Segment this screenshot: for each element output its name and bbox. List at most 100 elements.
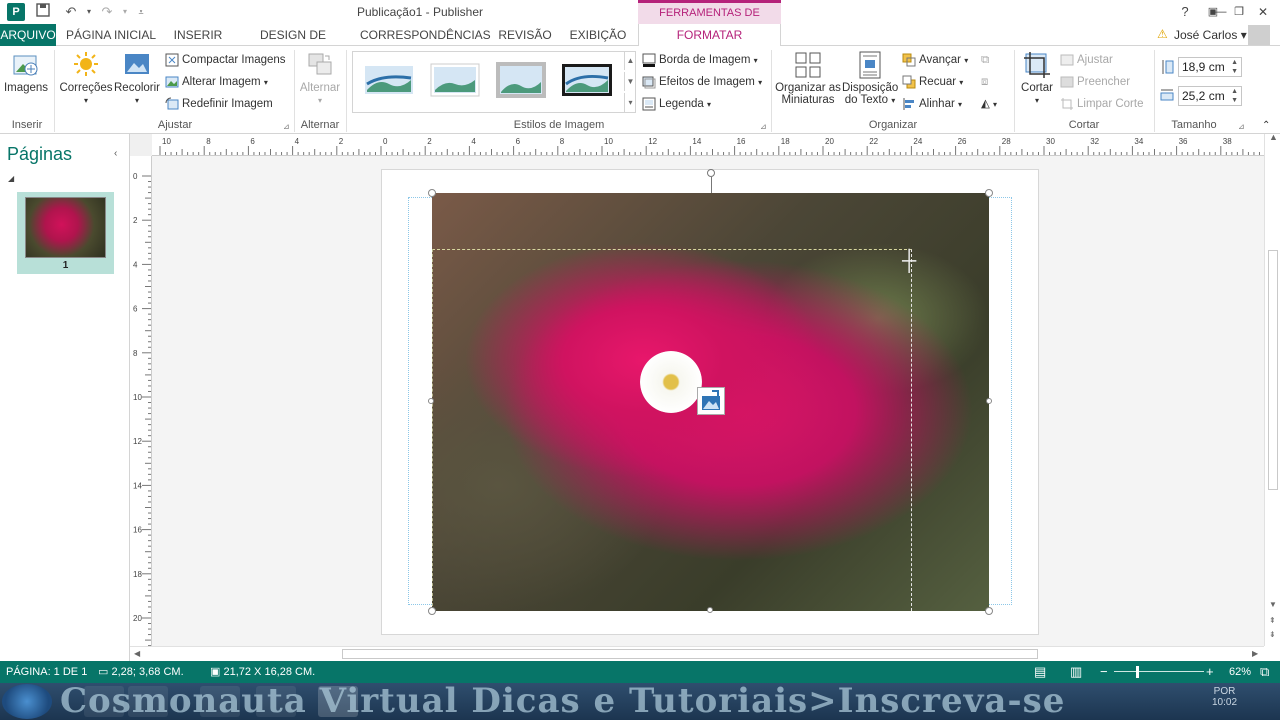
corrections-button[interactable]: Correções ▾	[58, 50, 114, 106]
resize-handle-left[interactable]	[428, 398, 434, 404]
resize-handle-right[interactable]	[986, 398, 992, 404]
picture-border-button[interactable]: Borda de Imagem ▾	[642, 50, 758, 70]
resize-handle-bottom[interactable]	[707, 607, 713, 613]
single-page-view-icon[interactable]: ▤	[1034, 661, 1046, 683]
avatar[interactable]	[1248, 25, 1270, 45]
zoom-slider-track[interactable]	[1114, 671, 1204, 672]
height-field[interactable]: 18,9 cm ▲ ▼	[1178, 57, 1242, 77]
group-label-arrange: Organizar	[868, 119, 918, 131]
zoom-out-icon[interactable]: −	[1100, 661, 1108, 683]
rotation-handle[interactable]	[707, 169, 715, 177]
zoom-in-icon[interactable]: +	[1206, 661, 1214, 683]
crop-fill-button[interactable]: Preencher	[1060, 72, 1130, 92]
horizontal-scroll-thumb[interactable]	[342, 649, 1038, 659]
scroll-right-arrow[interactable]: ▶	[1252, 649, 1258, 658]
tab-view[interactable]: EXIBIÇÃO	[564, 24, 632, 46]
vertical-ruler[interactable]: 0 2 4 6 8 10 12 14 16 18 20	[130, 156, 152, 646]
page-indicator[interactable]: PÁGINA: 1 DE 1	[6, 661, 87, 683]
resize-handle-top-right[interactable]	[985, 189, 993, 197]
compress-images-button[interactable]: Compactar Imagens	[165, 50, 286, 70]
scroll-left-arrow[interactable]: ◀	[134, 649, 140, 658]
resize-handle-bottom-right[interactable]	[985, 607, 993, 615]
start-button-icon[interactable]	[2, 684, 52, 719]
tab-insert[interactable]: INSERIR	[170, 24, 226, 46]
ruler-corner	[130, 134, 152, 156]
vertical-scrollbar[interactable]: ▲ ▼ ⇞ ⇟	[1264, 132, 1280, 646]
ruler-label: 30	[1046, 137, 1055, 146]
picture-effects-button[interactable]: Efeitos de Imagem ▾	[642, 72, 762, 92]
fit-page-icon[interactable]: ⧉	[1260, 661, 1269, 683]
divider	[1154, 50, 1155, 132]
tab-page-design[interactable]: DESIGN DE PÁGINA	[236, 24, 350, 64]
tab-format[interactable]: FORMATAR	[638, 24, 781, 47]
wrap-text-button[interactable]: Disposição do Texto ▾	[842, 50, 898, 106]
resize-handle-bottom-left[interactable]	[428, 607, 436, 615]
horizontal-scrollbar[interactable]: ◀ ▶	[130, 646, 1264, 661]
undo-icon[interactable]: ↶	[62, 3, 80, 21]
rotate-icon[interactable]: ◭ ▾	[981, 94, 997, 114]
customize-toolbar-icon[interactable]: ⩡	[132, 3, 150, 21]
styles-launcher-icon[interactable]: ⊿	[760, 122, 767, 131]
insert-images-button[interactable]: Imagens	[3, 50, 49, 94]
swap-button[interactable]: Alternar ▾	[298, 50, 342, 106]
crop-button[interactable]: Cortar ▾	[1018, 50, 1056, 106]
zoom-level[interactable]: 62%	[1229, 661, 1251, 683]
crop-area[interactable]	[432, 249, 912, 611]
caption-icon	[642, 97, 656, 111]
style-thumb-1[interactable]	[363, 60, 415, 100]
style-thumb-4[interactable]	[561, 60, 613, 100]
styles-scroll-up[interactable]: ▲	[624, 51, 636, 70]
caption-button[interactable]: Legenda ▾	[642, 94, 711, 114]
zoom-slider-thumb[interactable]	[1136, 666, 1139, 678]
reset-image-button[interactable]: Redefinir Imagem	[165, 94, 273, 114]
close-button[interactable]: ✕	[1252, 2, 1274, 22]
bring-forward-button[interactable]: Avançar ▾	[902, 50, 968, 70]
collapse-pane-icon[interactable]: ‹	[114, 148, 117, 159]
restore-button[interactable]: ❐	[1228, 2, 1250, 22]
arrange-thumbnails-button[interactable]: Organizar as Miniaturas	[775, 50, 841, 106]
recolor-button[interactable]: Recolorir ▾	[114, 50, 160, 106]
window-title: Publicação1 - Publisher	[356, 5, 484, 19]
images-icon	[13, 55, 38, 76]
ruler-label: 0	[133, 172, 138, 181]
two-page-view-icon[interactable]: ▥	[1070, 661, 1082, 683]
styles-more[interactable]: ▾	[624, 93, 636, 112]
send-backward-button[interactable]: Recuar ▾	[902, 72, 963, 92]
size-launcher-icon[interactable]: ⊿	[1238, 122, 1245, 131]
clear-crop-button[interactable]: Limpar Corte	[1060, 94, 1143, 114]
scroll-down-arrow[interactable]: ▼	[1269, 600, 1277, 609]
horizontal-ruler[interactable]: 10 8 6 4 2 0 2 4 6 8 10 12 14 16 18 20 22 24 26 28 30 32 34 36 3…	[130, 134, 1264, 156]
tab-review[interactable]: REVISÃO	[496, 24, 554, 46]
undo-dropdown-icon[interactable]: ▾	[80, 3, 98, 21]
resize-handle-top-left[interactable]	[428, 189, 436, 197]
change-image-button[interactable]: Alterar Imagem ▾	[165, 72, 268, 92]
style-thumb-2[interactable]	[429, 60, 481, 100]
style-thumb-3[interactable]	[495, 60, 547, 100]
adjust-launcher-icon[interactable]: ⊿	[283, 122, 290, 131]
tab-home[interactable]: PÁGINA INICIAL	[62, 24, 160, 46]
scroll-up-arrow[interactable]: ▲	[1269, 132, 1278, 142]
align-button[interactable]: Alinhar ▾	[902, 94, 962, 114]
tab-mailings[interactable]: CORRESPONDÊNCIAS	[360, 24, 491, 46]
width-field[interactable]: 25,2 cm ▲ ▼	[1178, 86, 1242, 106]
width-spinner[interactable]: ▲ ▼	[1231, 87, 1238, 105]
page-up-icon[interactable]: ⇞	[1269, 616, 1276, 625]
tab-file[interactable]: ARQUIVO	[0, 24, 56, 46]
page-thumbnail[interactable]: 1	[17, 192, 114, 274]
page-down-icon[interactable]: ⇟	[1269, 630, 1276, 639]
save-icon[interactable]	[34, 3, 52, 21]
expand-section-icon[interactable]: ◢	[8, 174, 14, 183]
group-objects-icon[interactable]: ⧉	[981, 50, 989, 70]
divider	[54, 50, 55, 132]
styles-scroll-down[interactable]: ▼	[624, 72, 636, 91]
user-name[interactable]: José Carlos ▾	[1174, 24, 1247, 46]
crop-fit-button[interactable]: Ajustar	[1060, 50, 1113, 70]
help-button[interactable]: ?	[1174, 2, 1196, 22]
height-spinner[interactable]: ▲ ▼	[1231, 58, 1238, 76]
ruler-label: 24	[913, 137, 922, 146]
swap-picture-icon[interactable]	[697, 387, 725, 415]
redo-icon[interactable]: ↷	[98, 3, 116, 21]
vertical-scroll-thumb[interactable]	[1268, 250, 1278, 490]
document-canvas[interactable]: ┼	[152, 156, 1264, 646]
ungroup-objects-icon[interactable]: ⧈	[981, 72, 988, 92]
